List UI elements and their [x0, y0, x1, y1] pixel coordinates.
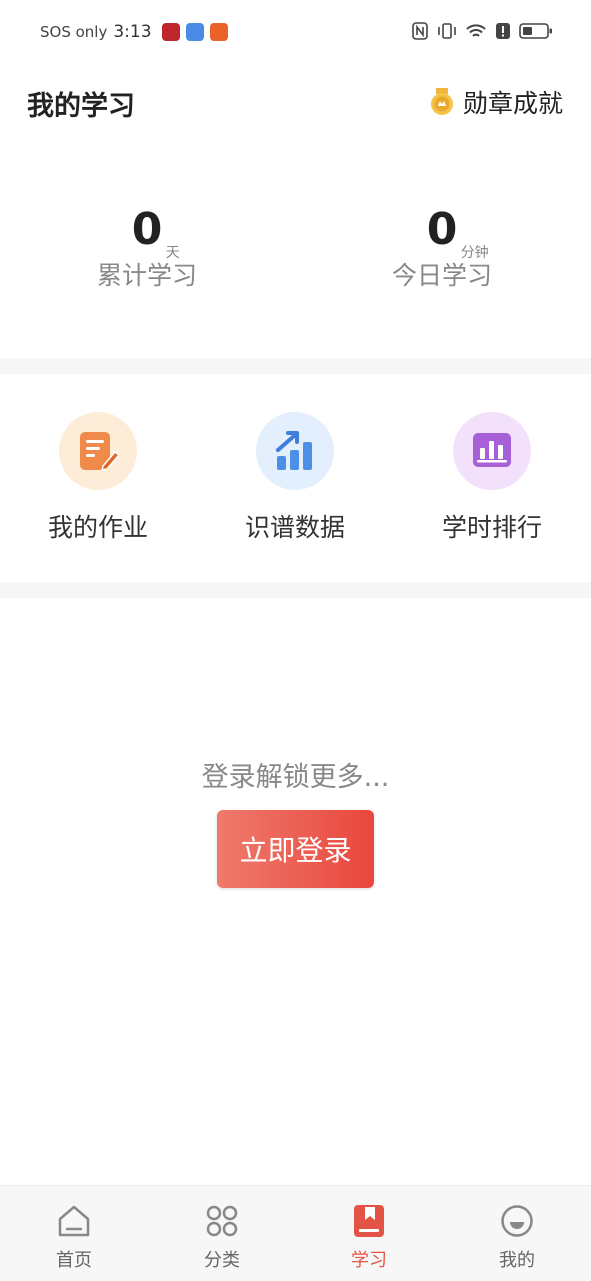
feature-label: 识谱数据	[244, 513, 345, 542]
tab-label: 首页	[56, 1250, 92, 1271]
vibrate-icon	[438, 23, 456, 39]
clock: 3:13	[113, 22, 152, 42]
feature-study-ranking[interactable]: 学时排行	[412, 412, 572, 544]
stat-value: 0	[426, 204, 458, 255]
feature-icon-circle	[453, 412, 531, 490]
bottom-tab-bar: 首页 分类 学习 我的	[0, 1185, 591, 1281]
category-icon	[206, 1205, 238, 1237]
section-divider	[0, 582, 591, 598]
feature-icon-circle	[256, 412, 334, 490]
homework-icon	[80, 432, 121, 471]
login-button[interactable]: 立即登录	[217, 810, 374, 888]
badge-label: 勋章成就	[462, 89, 563, 118]
page-header: 我的学习 勋章成就	[0, 66, 591, 146]
stat-unit: 天	[165, 245, 180, 261]
app-notification-icon	[185, 23, 204, 41]
feature-label: 我的作业	[47, 513, 148, 542]
stat-label: 累计学习	[96, 261, 197, 290]
download-notification-icon	[209, 23, 228, 41]
status-bar: SOS only 3:13	[0, 0, 591, 66]
stat-label: 今日学习	[391, 261, 492, 290]
ranking-icon	[473, 433, 511, 467]
tab-category[interactable]: 分类	[172, 1204, 272, 1272]
study-stats: 0 天 累计学习 0 分钟 今日学习	[0, 146, 591, 358]
chart-growth-icon	[276, 431, 312, 470]
tab-label: 分类	[204, 1250, 240, 1271]
login-hint-text: 登录解锁更多...	[201, 762, 390, 793]
feature-homework[interactable]: 我的作业	[18, 412, 178, 544]
book-icon	[354, 1205, 384, 1237]
nfc-icon	[412, 22, 428, 40]
alert-icon	[496, 23, 510, 39]
stat-today-minutes: 0 分钟 今日学习	[342, 206, 542, 292]
feature-icon-circle	[59, 412, 137, 490]
carrier-text: SOS only	[40, 23, 108, 41]
medal-icon	[430, 88, 453, 115]
feature-label: 学时排行	[441, 513, 542, 542]
wifi-icon	[466, 24, 486, 37]
tab-label: 我的	[499, 1250, 535, 1271]
home-icon	[58, 1205, 90, 1237]
tab-label: 学习	[351, 1250, 387, 1271]
stat-unit: 分钟	[460, 245, 489, 261]
app-notification-icon	[161, 23, 180, 41]
feature-reading-data[interactable]: 识谱数据	[215, 412, 375, 544]
login-prompt-area: 登录解锁更多... 立即登录	[0, 597, 591, 1185]
section-divider	[0, 358, 591, 374]
tab-mine[interactable]: 我的	[467, 1204, 567, 1272]
tab-study[interactable]: 学习	[319, 1204, 419, 1272]
stat-value: 0	[131, 204, 163, 255]
stat-total-days: 0 天 累计学习	[47, 206, 247, 292]
feature-grid: 我的作业 识谱数据 学时排行	[0, 374, 591, 582]
page-title: 我的学习	[27, 91, 135, 122]
profile-icon	[501, 1205, 533, 1237]
battery-icon	[519, 23, 552, 39]
badge-achievements-link[interactable]: 勋章成就	[429, 84, 563, 120]
tab-home[interactable]: 首页	[24, 1204, 124, 1272]
